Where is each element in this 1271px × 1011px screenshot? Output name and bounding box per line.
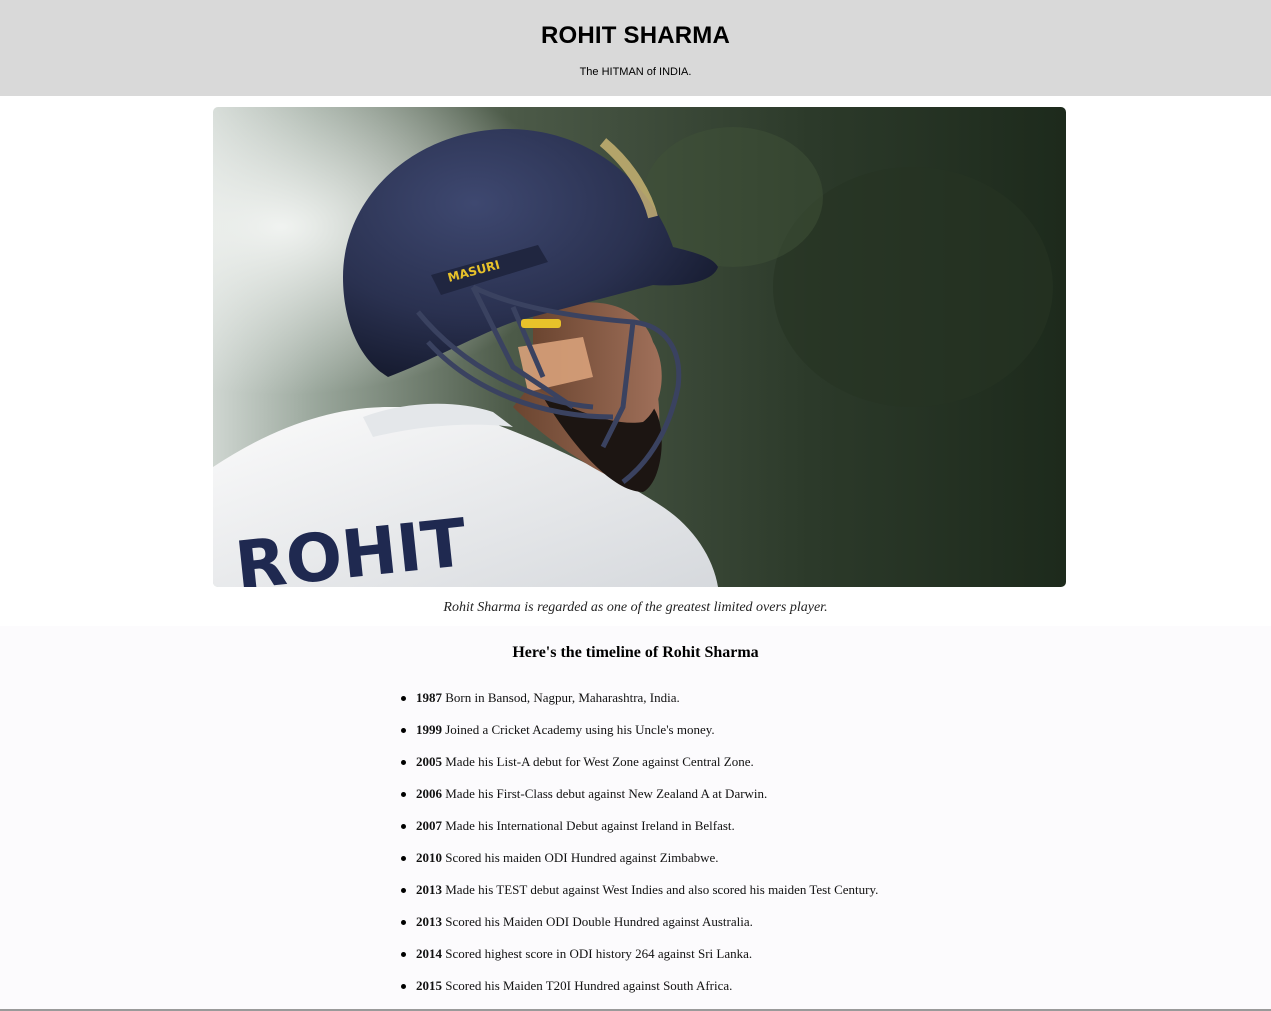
timeline-text: Made his International Debut against Ire… <box>445 818 735 833</box>
timeline-item: 2006 Made his First-Class debut against … <box>401 786 878 818</box>
timeline-year: 1987 <box>416 690 442 705</box>
timeline-year: 2014 <box>416 946 442 961</box>
timeline-text: Joined a Cricket Academy using his Uncle… <box>445 722 715 737</box>
page-title: ROHIT SHARMA <box>540 22 731 49</box>
timeline-list: 1987 Born in Bansod, Nagpur, Maharashtra… <box>401 690 879 1010</box>
page-tagline: The HITMAN of INDIA. <box>579 66 692 78</box>
bullet-icon <box>401 792 406 797</box>
hero-image: MASURI ROHIT <box>213 107 1066 587</box>
timeline-year: 2007 <box>416 818 442 833</box>
timeline-item: 2007 Made his International Debut agains… <box>401 818 878 850</box>
timeline-item: 2013 Scored his Maiden ODI Double Hundre… <box>401 914 878 946</box>
timeline-year: 2006 <box>416 786 442 801</box>
timeline-year: 2010 <box>416 850 442 865</box>
timeline-item: 1987 Born in Bansod, Nagpur, Maharashtra… <box>401 690 878 722</box>
timeline-text: Made his TEST debut against West Indies … <box>445 882 879 897</box>
bullet-icon <box>401 824 406 829</box>
timeline-item: 1999 Joined a Cricket Academy using his … <box>401 722 878 754</box>
timeline-text: Made his First-Class debut against New Z… <box>445 786 768 801</box>
timeline-item: 2013 Made his TEST debut against West In… <box>401 882 879 914</box>
timeline-year: 2015 <box>416 978 442 993</box>
timeline-item: 2005 Made his List-A debut for West Zone… <box>401 754 878 786</box>
timeline-section: Here's the timeline of Rohit Sharma 1987… <box>0 626 1271 1011</box>
timeline-year: 2005 <box>416 754 442 769</box>
timeline-text: Scored highest score in ODI history 264 … <box>445 946 753 961</box>
timeline-item: 2015 Scored his Maiden T20I Hundred agai… <box>401 978 878 1010</box>
timeline-item: 2010 Scored his maiden ODI Hundred again… <box>401 850 878 882</box>
timeline-text: Scored his maiden ODI Hundred against Zi… <box>445 850 719 865</box>
page-header: ROHIT SHARMA The HITMAN of INDIA. <box>0 0 1271 96</box>
bullet-icon <box>401 888 406 893</box>
timeline-year: 1999 <box>416 722 442 737</box>
timeline-year: 2013 <box>416 914 442 929</box>
timeline-text: Scored his Maiden ODI Double Hundred aga… <box>445 914 753 929</box>
timeline-text: Made his List-A debut for West Zone agai… <box>445 754 754 769</box>
timeline-text: Scored his Maiden T20I Hundred against S… <box>445 978 733 993</box>
bullet-icon <box>401 728 406 733</box>
image-caption: Rohit Sharma is regarded as one of the g… <box>443 600 828 615</box>
bullet-icon <box>401 920 406 925</box>
timeline-year: 2013 <box>416 882 442 897</box>
timeline-text: Born in Bansod, Nagpur, Maharashtra, Ind… <box>445 690 680 705</box>
timeline-item: 2014 Scored highest score in ODI history… <box>401 946 878 978</box>
bullet-icon <box>401 696 406 701</box>
bullet-icon <box>401 856 406 861</box>
timeline-heading: Here's the timeline of Rohit Sharma <box>512 644 759 661</box>
bullet-icon <box>401 952 406 957</box>
bullet-icon <box>401 760 406 765</box>
bullet-icon <box>401 984 406 989</box>
